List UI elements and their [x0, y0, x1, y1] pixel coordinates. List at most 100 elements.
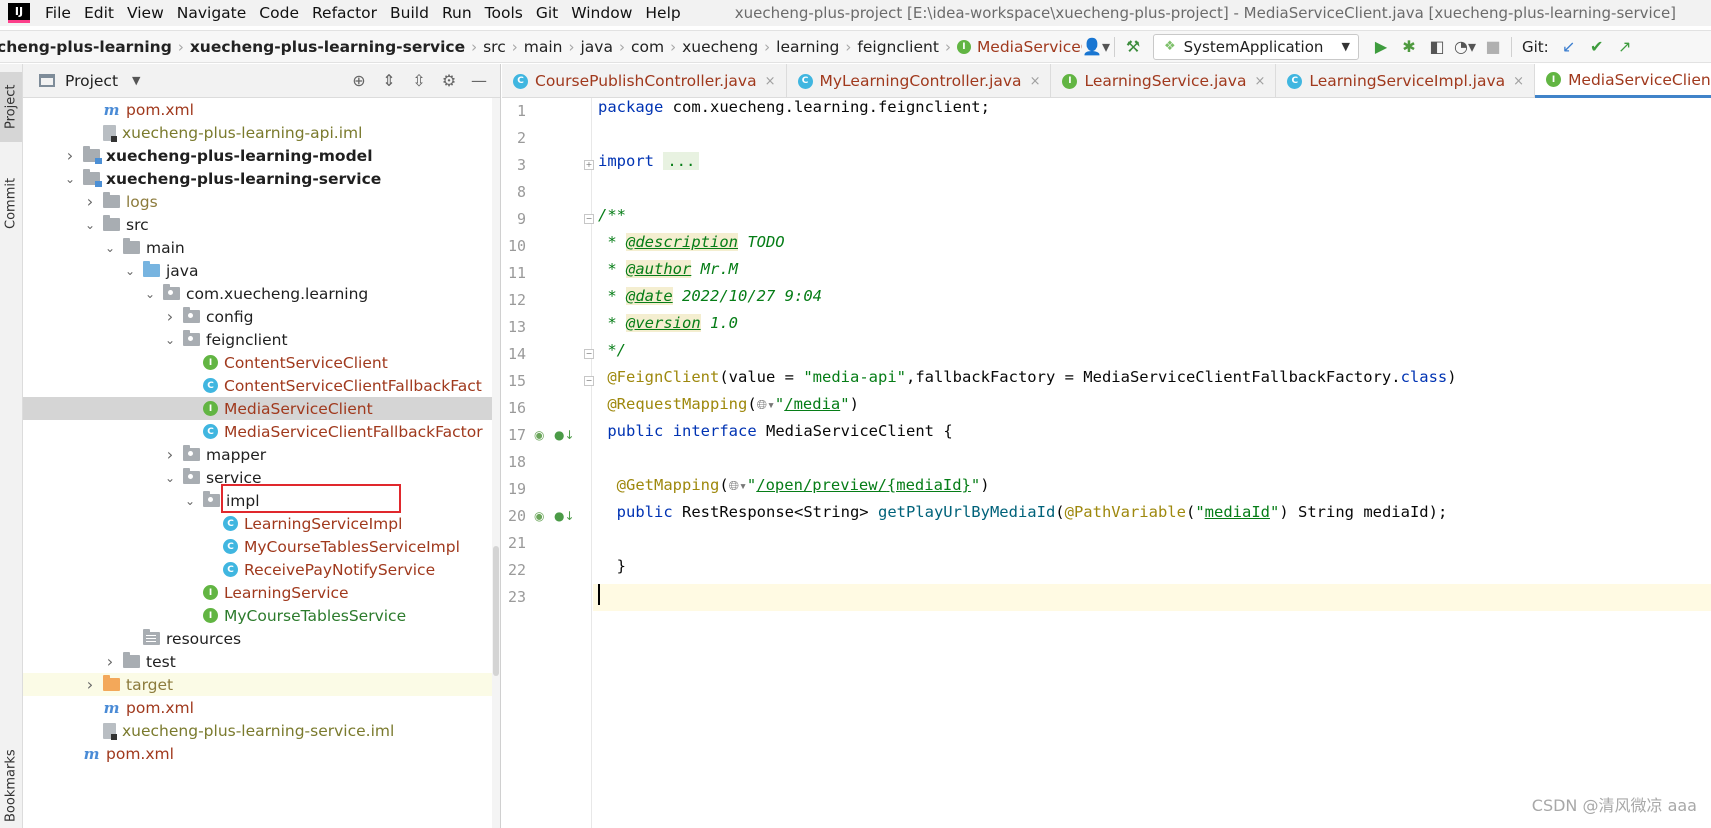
menu-help[interactable]: Help — [640, 4, 688, 22]
chevron-down-icon[interactable]: ⌄ — [83, 218, 97, 232]
tree-item[interactable]: ›ILearningService — [23, 581, 500, 604]
tree-item[interactable]: › config — [23, 305, 500, 328]
stop-icon[interactable]: ■ — [1479, 34, 1507, 60]
build-hammer-icon[interactable]: ⚒ — [1119, 34, 1147, 60]
chevron-right-icon[interactable]: › — [83, 675, 97, 694]
tree-item[interactable]: ›xuecheng-plus-learning-api.iml — [23, 121, 500, 144]
commit-tool-window-button[interactable]: Commit — [0, 164, 22, 242]
tree-scrollbar-thumb[interactable] — [493, 546, 499, 676]
menu-edit[interactable]: Edit — [79, 4, 122, 22]
chevron-right-icon[interactable]: › — [163, 445, 177, 464]
bookmarks-tool-window-button[interactable]: Bookmarks — [0, 744, 22, 828]
menu-window[interactable]: Window — [566, 4, 640, 22]
menu-code[interactable]: Code — [254, 4, 307, 22]
tree-item[interactable]: ›resources — [23, 627, 500, 650]
chevron-right-icon[interactable]: › — [83, 192, 97, 211]
project-tool-window-button[interactable]: Project — [0, 72, 22, 142]
menu-navigate[interactable]: Navigate — [172, 4, 255, 22]
run-icon[interactable]: ▶ — [1367, 34, 1395, 60]
git-push-icon[interactable]: ↗ — [1611, 34, 1639, 60]
web-url-icon[interactable]: 🌐︎▾ — [729, 479, 747, 494]
git-update-icon[interactable]: ↙ — [1555, 34, 1583, 60]
tree-item[interactable]: ›CLearningServiceImpl — [23, 512, 500, 535]
web-url-icon[interactable]: 🌐︎▾ — [757, 398, 775, 413]
tree-item[interactable]: ›mpom.xml — [23, 742, 500, 765]
tree-item[interactable]: ›mpom.xml — [23, 696, 500, 719]
breadcrumb-item[interactable]: com — [625, 38, 670, 56]
tree-item[interactable]: › logs — [23, 190, 500, 213]
code-editor[interactable]: 1 2 3 8 9 10 11 12 13 14 15 16 17 18 19 20 21 22 23 ◉ ●↓ ◉ ●↓ +… — [502, 98, 1711, 828]
git-commit-icon[interactable]: ✔ — [1583, 34, 1611, 60]
tree-item[interactable]: ⌄ impl — [23, 489, 500, 512]
editor-tab[interactable]: I LearningService.java × — [1051, 64, 1277, 98]
menu-tools[interactable]: Tools — [480, 4, 531, 22]
close-icon[interactable]: × — [1030, 74, 1041, 89]
close-icon[interactable]: × — [1513, 74, 1524, 89]
breadcrumb-item[interactable]: java — [574, 38, 618, 56]
tree-item[interactable]: › mapper — [23, 443, 500, 466]
editor-tab[interactable]: C CoursePublishController.java × — [502, 64, 787, 98]
user-icon[interactable]: 👤▾ — [1082, 34, 1110, 60]
breadcrumb-item[interactable]: xuecheng-plus-learning-service — [184, 38, 471, 56]
menu-file[interactable]: File — [40, 4, 79, 22]
menu-git[interactable]: Git — [531, 4, 566, 22]
menu-view[interactable]: View — [122, 4, 172, 22]
chevron-down-icon[interactable]: ⌄ — [143, 287, 157, 301]
chevron-right-icon[interactable]: › — [163, 307, 177, 326]
tree-item[interactable]: › target — [23, 673, 500, 696]
tree-item[interactable]: ›CContentServiceClientFallbackFact — [23, 374, 500, 397]
breadcrumb-current-item[interactable]: I MediaServiceClient — [951, 38, 1082, 56]
locate-file-icon[interactable]: ⊕ — [344, 68, 374, 94]
expand-all-icon[interactable]: ⇕ — [374, 68, 404, 94]
tree-item[interactable]: ›IContentServiceClient — [23, 351, 500, 374]
close-icon[interactable]: × — [1254, 74, 1265, 89]
tree-item[interactable]: ⌄ src — [23, 213, 500, 236]
close-icon[interactable]: × — [765, 74, 776, 89]
tree-item[interactable]: ⌄ feignclient — [23, 328, 500, 351]
breadcrumb-item[interactable]: src — [477, 38, 512, 56]
chevron-down-icon[interactable]: ⌄ — [103, 241, 117, 255]
folded-imports[interactable]: ... — [663, 152, 700, 170]
breadcrumb-item[interactable]: cheng-plus-learning — [0, 38, 178, 56]
chevron-down-icon[interactable]: ⌄ — [163, 333, 177, 347]
tree-item[interactable]: ⌄ java — [23, 259, 500, 282]
profile-icon[interactable]: ◔▾ — [1451, 34, 1479, 60]
fold-collapse-icon[interactable]: − — [584, 214, 594, 224]
editor-tab[interactable]: C MyLearningController.java × — [787, 64, 1052, 98]
tree-item[interactable]: ›IMediaServiceClient — [23, 397, 500, 420]
tree-item[interactable]: ›xuecheng-plus-learning-service.iml — [23, 719, 500, 742]
chevron-down-icon[interactable]: ⌄ — [163, 471, 177, 485]
editor-tab[interactable]: C LearningServiceImpl.java × — [1276, 64, 1536, 98]
implementation-gutter-icon[interactable]: ●↓ — [554, 503, 575, 530]
tree-item[interactable]: › xuecheng-plus-learning-model — [23, 144, 500, 167]
chevron-right-icon[interactable]: › — [103, 652, 117, 671]
collapse-all-icon[interactable]: ⇳ — [404, 68, 434, 94]
tree-item[interactable]: ›CMyCourseTablesServiceImpl — [23, 535, 500, 558]
tree-scrollbar[interactable] — [492, 98, 500, 828]
fold-collapse-icon[interactable]: − — [584, 376, 594, 386]
spring-bean-gutter-icon[interactable]: ◉ — [534, 503, 544, 530]
breadcrumb-item[interactable]: feignclient — [851, 38, 945, 56]
editor-tab[interactable]: IMediaServiceClient.java× — [1535, 64, 1711, 98]
code-line-23-current[interactable] — [593, 584, 1711, 611]
project-view-selector[interactable]: Project ▼ — [39, 72, 141, 90]
tree-item[interactable]: ⌄ xuecheng-plus-learning-service — [23, 167, 500, 190]
tree-item[interactable]: ›mpom.xml — [23, 98, 500, 121]
implementation-gutter-icon[interactable]: ●↓ — [554, 422, 575, 449]
gear-icon[interactable]: ⚙ — [434, 68, 464, 94]
tree-item[interactable]: ⌄ service — [23, 466, 500, 489]
tree-item[interactable]: › test — [23, 650, 500, 673]
tree-item[interactable]: ›IMyCourseTablesService — [23, 604, 500, 627]
tree-item[interactable]: ⌄ com.xuecheng.learning — [23, 282, 500, 305]
coverage-icon[interactable]: ◧ — [1423, 34, 1451, 60]
chevron-right-icon[interactable]: › — [63, 146, 77, 165]
hide-panel-icon[interactable]: — — [464, 68, 494, 94]
fold-collapse-icon[interactable]: − — [584, 349, 594, 359]
debug-icon[interactable]: ✱ — [1395, 34, 1423, 60]
spring-bean-gutter-icon[interactable]: ◉ — [534, 422, 544, 449]
tree-item[interactable]: ›CReceivePayNotifyService — [23, 558, 500, 581]
breadcrumb-item[interactable]: main — [518, 38, 569, 56]
tree-item[interactable]: ›CMediaServiceClientFallbackFactor — [23, 420, 500, 443]
chevron-down-icon[interactable]: ⌄ — [63, 172, 77, 186]
run-configuration-select[interactable]: ❖ SystemApplication ▼ — [1153, 33, 1359, 60]
